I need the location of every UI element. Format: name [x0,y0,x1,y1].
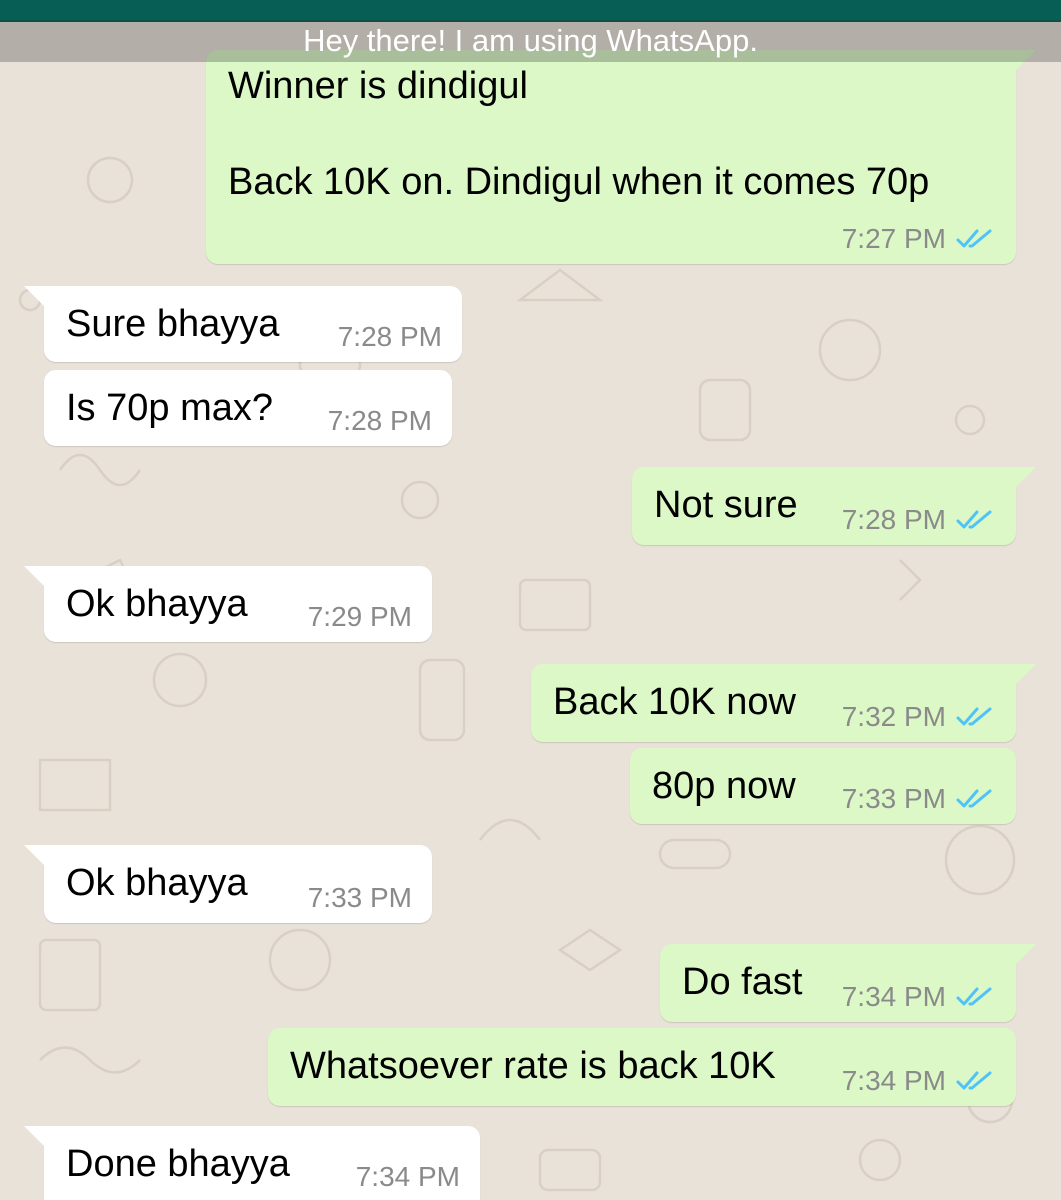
message-meta: 7:28 PM [842,505,996,535]
message-time: 7:28 PM [327,405,432,436]
message-time: 7:33 PM [307,882,412,913]
message-meta: 7:32 PM [842,702,996,732]
message-bubble-incoming[interactable]: Ok bhayya 7:29 PM [24,566,432,642]
message-text: Done bhayya [66,1143,290,1185]
message-text: Whatsoever rate is back 10K [290,1045,776,1087]
message-text: Not sure [654,484,798,526]
message-bubble-outgoing[interactable]: Back 10K now 7:32 PM [531,664,1036,742]
message-text: Ok bhayya [66,583,248,625]
message-time: 7:32 PM [841,701,946,732]
message-bubble-outgoing[interactable]: Not sure 7:28 PM [632,467,1036,545]
message-bubble-incoming[interactable]: Done bhayya 7:34 PM [24,1126,480,1200]
message-line: Back 10K on. Dindigul when it comes 70p [228,161,930,203]
message-bubble-outgoing[interactable]: Do fast 7:34 PM [660,944,1036,1022]
contact-status-banner: Hey there! I am using WhatsApp. [0,20,1061,62]
message-bubble-outgoing[interactable]: 80p now 7:33 PM [630,748,1016,824]
message-meta: 7:34 PM [356,1162,460,1192]
message-line: Winner is dindigul [228,65,528,107]
message-meta: 7:28 PM [338,322,442,352]
message-bubble-outgoing[interactable]: Whatsoever rate is back 10K 7:34 PM [268,1028,1016,1106]
message-text: Back 10K now [553,681,796,723]
message-time: 7:34 PM [841,1065,946,1096]
message-meta: 7:34 PM [842,982,996,1012]
message-text: Do fast [682,961,803,1003]
message-meta: 7:33 PM [842,784,996,814]
message-meta: 7:27 PM [842,224,996,254]
double-check-icon [956,1071,992,1090]
message-meta: 7:29 PM [308,602,412,632]
message-meta: 7:34 PM [842,1066,996,1096]
double-check-icon [956,229,992,248]
message-time: 7:34 PM [841,981,946,1012]
message-bubble-outgoing[interactable]: Winner is dindigul Back 10K on. Dindigul… [206,50,1036,264]
message-time: 7:28 PM [337,321,442,352]
message-text: Ok bhayya [66,862,248,904]
message-line-blank [228,110,929,158]
double-check-icon [956,987,992,1006]
message-bubble-incoming[interactable]: Ok bhayya 7:33 PM [24,845,432,923]
message-text: 80p now [652,765,796,807]
double-check-icon [956,789,992,808]
message-time: 7:28 PM [841,504,946,535]
message-bubble-incoming[interactable]: Is 70p max? 7:28 PM [44,370,452,446]
message-time: 7:33 PM [841,783,946,814]
message-time: 7:27 PM [841,223,946,254]
message-text: Sure bhayya [66,303,280,345]
app-header-bar [0,0,1061,22]
message-time: 7:34 PM [355,1161,460,1192]
message-text: Is 70p max? [66,387,273,429]
message-meta: 7:33 PM [308,883,412,913]
double-check-icon [956,510,992,529]
message-meta: 7:28 PM [328,406,432,436]
message-bubble-incoming[interactable]: Sure bhayya 7:28 PM [24,286,462,362]
double-check-icon [956,707,992,726]
message-time: 7:29 PM [307,601,412,632]
